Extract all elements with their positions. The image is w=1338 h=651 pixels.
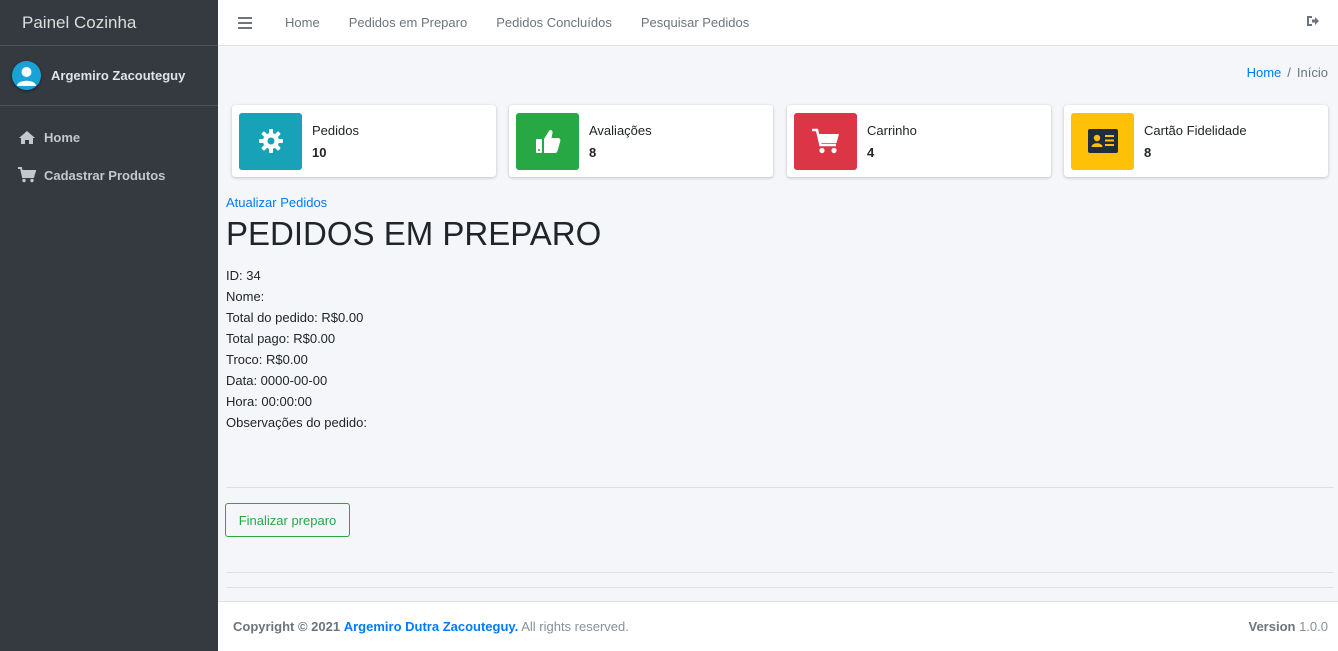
order-change: Troco: R$0.00 [226, 352, 308, 367]
thumbs-up-icon [516, 112, 579, 170]
id-card-icon [1071, 112, 1134, 170]
user-icon [17, 67, 36, 86]
nav-link-pesquisar-pedidos[interactable]: Pesquisar Pedidos [641, 15, 749, 30]
order-name: Nome: [226, 289, 265, 304]
footer-version: Version 1.0.0 [1248, 619, 1328, 634]
order-paid: Total pago: R$0.00 [226, 331, 336, 346]
avatar[interactable] [12, 61, 41, 90]
sidebar-item-home[interactable]: Home [0, 118, 218, 156]
info-box-number: 8 [1144, 144, 1152, 160]
top-navbar: Home Pedidos em Preparo Pedidos Concluíd… [218, 0, 1338, 46]
home-icon [18, 129, 36, 145]
sidebar-nav: Home Cadastrar Produtos [0, 106, 218, 194]
nav-link-pedidos-em-preparo[interactable]: Pedidos em Preparo [349, 15, 468, 30]
nav-link-pedidos-concluidos[interactable]: Pedidos Concluídos [496, 15, 612, 30]
brand-title[interactable]: Painel Cozinha [0, 0, 218, 46]
author-link[interactable]: Argemiro Dutra Zacouteguy. [344, 619, 519, 634]
cart-icon [794, 112, 857, 170]
user-panel: Argemiro Zacouteguy [0, 46, 218, 106]
breadcrumb-home[interactable]: Home [1247, 65, 1282, 80]
info-box-pedidos[interactable]: Pedidos 10 [232, 105, 496, 177]
divider [226, 572, 1334, 573]
order-time: Hora: 00:00:00 [226, 394, 313, 409]
info-box-avaliacoes[interactable]: Avaliações 8 [509, 105, 773, 177]
gear-icon [239, 112, 302, 170]
info-box-cartao-fidelidade[interactable]: Cartão Fidelidade 8 [1064, 105, 1328, 177]
info-box-number: 8 [589, 144, 597, 160]
order-details: ID: 34 Nome: Total do pedido: R$0.00 Tot… [226, 265, 367, 433]
order-id: ID: 34 [226, 268, 261, 283]
divider [226, 487, 1334, 488]
nav-link-home[interactable]: Home [285, 15, 320, 30]
cart-icon [18, 167, 36, 183]
version-label: Version [1248, 619, 1296, 634]
info-box-carrinho[interactable]: Carrinho 4 [787, 105, 1051, 177]
refresh-orders-link[interactable]: Atualizar Pedidos [226, 195, 327, 210]
breadcrumb-separator: / [1287, 65, 1291, 80]
top-nav-links: Home Pedidos em Preparo Pedidos Concluíd… [252, 15, 749, 30]
order-notes: Observações do pedido: [226, 415, 367, 430]
order-total: Total do pedido: R$0.00 [226, 310, 364, 325]
sign-out-icon[interactable] [1306, 14, 1320, 28]
breadcrumb-current: Início [1296, 65, 1328, 80]
breadcrumb: Home / Início [1247, 65, 1328, 80]
sidebar-item-label: Cadastrar Produtos [44, 167, 166, 183]
footer-copyright: Copyright © 2021 Argemiro Dutra Zacouteg… [233, 619, 629, 634]
sidebar: Painel Cozinha Argemiro Zacouteguy Home … [0, 0, 218, 651]
info-box-label: Cartão Fidelidade [1144, 122, 1247, 138]
sidebar-item-label: Home [44, 129, 81, 145]
divider [226, 587, 1334, 588]
page-title: PEDIDOS EM PREPARO [226, 215, 602, 252]
info-box-label: Carrinho [867, 122, 917, 138]
copyright-prefix: Copyright © 2021 [233, 619, 341, 634]
info-box-label: Avaliações [589, 122, 652, 138]
version-number: 1.0.0 [1299, 619, 1328, 634]
footer: Copyright © 2021 Argemiro Dutra Zacouteg… [218, 601, 1338, 651]
finish-preparation-button[interactable]: Finalizar preparo [225, 503, 350, 537]
sidebar-item-cadastrar-produtos[interactable]: Cadastrar Produtos [0, 156, 218, 194]
menu-toggle-icon[interactable] [238, 16, 252, 29]
order-date: Data: 0000-00-00 [226, 373, 328, 388]
user-name[interactable]: Argemiro Zacouteguy [51, 68, 185, 83]
rights-text: All rights reserved. [521, 619, 629, 634]
info-box-number: 4 [867, 144, 875, 160]
info-box-label: Pedidos [312, 122, 359, 138]
info-box-number: 10 [312, 144, 327, 160]
